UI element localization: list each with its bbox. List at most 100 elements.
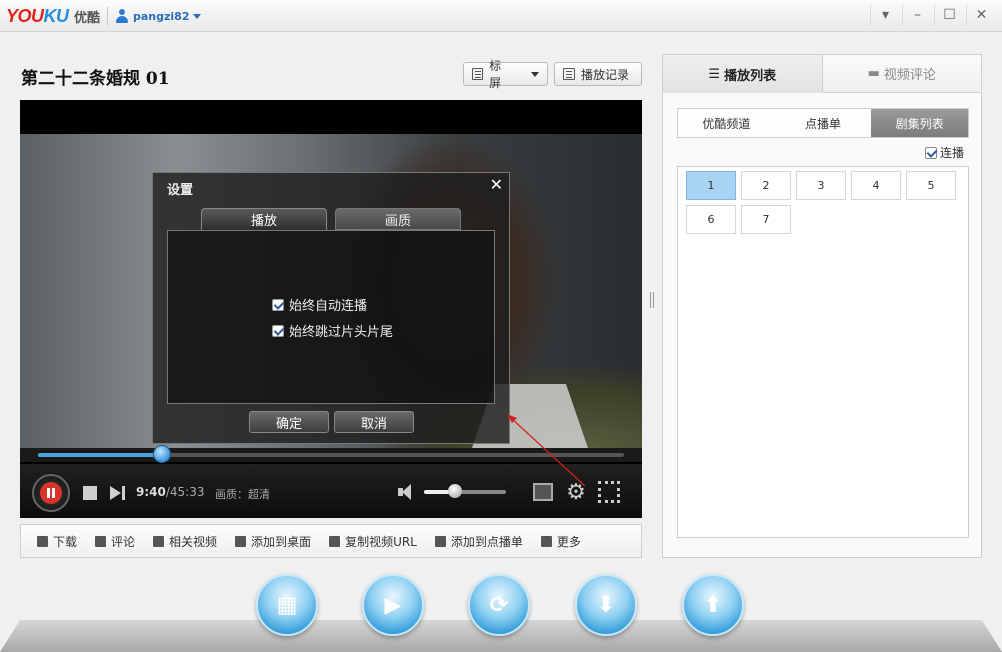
film-icon <box>153 535 165 547</box>
tab-playback[interactable]: 播放 <box>201 208 327 230</box>
fullscreen-icon[interactable] <box>598 481 620 503</box>
close-icon[interactable]: ✕ <box>490 175 503 194</box>
action-bar: 下载 评论 相关视频 添加到桌面 复制视频URL 添加到点播单 更多 <box>20 524 642 558</box>
tab-playlist-label: 播放列表 <box>724 68 777 84</box>
window-controls: ▾ – ☐ ✕ <box>870 4 996 26</box>
minimize-button[interactable]: – <box>902 4 932 26</box>
autoplay-checkbox[interactable] <box>272 298 284 311</box>
episode-item[interactable]: 6 <box>686 205 736 234</box>
dialog-title: 设置 <box>167 183 194 198</box>
panel-splitter[interactable] <box>650 292 654 308</box>
username: pangzi82 <box>133 9 190 23</box>
download-icon: ⬇ <box>596 592 616 618</box>
film-icon: ▦ <box>276 592 298 618</box>
total-time: 45:33 <box>169 485 205 499</box>
refresh-icon: ⟳ <box>489 592 509 618</box>
action-label: 添加到桌面 <box>251 534 312 549</box>
quality-label[interactable]: 画质：超清 <box>215 486 270 502</box>
tab-playlist[interactable]: ☰ 播放列表 <box>663 55 823 93</box>
volume-handle[interactable] <box>448 484 463 498</box>
episode-item[interactable]: 1 <box>686 171 736 200</box>
episode-item[interactable]: 5 <box>906 171 956 200</box>
tab-comments[interactable]: ▬ 视频评论 <box>822 55 981 93</box>
time-display: 9:40/45:33 <box>136 485 205 499</box>
screen-mode-dropdown[interactable]: 标屏 <box>463 59 548 90</box>
menu-dropdown-button[interactable]: ▾ <box>870 4 900 26</box>
progress-fill <box>38 453 163 457</box>
pause-button[interactable] <box>32 474 70 512</box>
action-label: 添加到点播单 <box>450 534 523 549</box>
progress-handle[interactable] <box>153 445 172 463</box>
download-icon <box>37 535 48 547</box>
action-playlist-add-button[interactable]: 添加到点播单 <box>434 533 523 550</box>
history-icon <box>563 68 575 80</box>
user-menu[interactable]: pangzi82 <box>115 8 202 24</box>
episode-item[interactable]: 3 <box>796 171 846 200</box>
skip-intro-checkbox[interactable] <box>272 324 284 337</box>
video-title: 第二十二条婚规 01 <box>21 69 170 89</box>
settings-dialog: 设置 ✕ 播放 画质 始终自动连播 始终跳过片头片尾 确定 取消 <box>152 172 510 444</box>
option-autoplay-label: 始终自动连播 <box>289 299 368 314</box>
volume-icon[interactable] <box>398 484 416 500</box>
library-button[interactable]: ▦ <box>256 574 318 636</box>
comment-icon: ▬ <box>867 66 880 81</box>
close-button[interactable]: ✕ <box>966 4 996 26</box>
play-history-button[interactable]: 播放记录 <box>554 62 642 86</box>
playlist-icon: ▶ <box>384 592 402 618</box>
settings-panel: 始终自动连播 始终跳过片头片尾 <box>167 230 495 404</box>
title-separator <box>107 7 108 25</box>
sidebar-tabs: ☰ 播放列表 ▬ 视频评论 <box>663 55 981 93</box>
tab-quality[interactable]: 画质 <box>335 208 461 230</box>
cancel-button[interactable]: 取消 <box>334 411 414 433</box>
subtab-0[interactable]: 优酷频道 <box>678 109 775 137</box>
youku-logo-cn: 优酷 <box>74 11 101 26</box>
action-label: 下载 <box>53 534 78 549</box>
episode-item[interactable]: 7 <box>741 205 791 234</box>
autoplay-toggle[interactable]: 连播 <box>925 144 964 161</box>
screen-icon <box>472 68 484 80</box>
sidebar-subtabs: 优酷频道 点播单 剧集列表 <box>677 108 969 138</box>
sidebar: ☰ 播放列表 ▬ 视频评论 优酷频道 点播单 剧集列表 连播 12345 67 <box>662 54 982 558</box>
transcode-button[interactable]: ⟳ <box>468 574 530 636</box>
autoplay-sidebar-checkbox[interactable] <box>925 146 937 159</box>
action-label: 相关视频 <box>169 534 218 549</box>
maximize-button[interactable]: ☐ <box>934 4 964 26</box>
desktop-icon <box>235 535 247 547</box>
youku-logo: YOUKU <box>6 6 69 26</box>
action-more-button[interactable]: 更多 <box>540 533 581 550</box>
player-button[interactable]: ▶ <box>362 574 424 636</box>
stop-button[interactable] <box>83 486 97 500</box>
option-autoplay[interactable]: 始终自动连播 <box>272 295 367 314</box>
copy-icon <box>329 535 341 547</box>
option-skip-intro-label: 始终跳过片头片尾 <box>289 325 394 340</box>
next-button[interactable] <box>110 486 126 500</box>
playlist-add-icon <box>434 535 446 547</box>
action-comment-button[interactable]: 评论 <box>95 533 135 550</box>
annotation-arrow <box>507 414 586 487</box>
episode-list: 12345 67 <box>677 166 969 538</box>
upload-icon: ⬆ <box>703 592 723 618</box>
chevron-down-icon <box>193 13 202 19</box>
ok-button[interactable]: 确定 <box>249 411 329 433</box>
action-download-button[interactable]: 下载 <box>37 533 77 550</box>
action-desktop-button[interactable]: 添加到桌面 <box>235 533 311 550</box>
action-label: 评论 <box>111 534 136 549</box>
episode-item[interactable]: 4 <box>851 171 901 200</box>
action-copy-button[interactable]: 复制视频URL <box>329 533 417 550</box>
more-icon <box>540 535 552 547</box>
option-skip-intro[interactable]: 始终跳过片头片尾 <box>272 321 393 340</box>
subtab-1[interactable]: 点播单 <box>775 109 872 137</box>
action-label: 复制视频URL <box>345 534 417 549</box>
list-icon: ☰ <box>708 66 721 82</box>
episode-item[interactable]: 2 <box>741 171 791 200</box>
download-manager-button[interactable]: ⬇ <box>575 574 637 636</box>
action-label: 更多 <box>556 534 581 549</box>
upload-button[interactable]: ⬆ <box>682 574 744 636</box>
play-history-label: 播放记录 <box>581 67 630 82</box>
action-film-button[interactable]: 相关视频 <box>153 533 217 550</box>
tab-comments-label: 视频评论 <box>883 68 936 83</box>
subtab-2[interactable]: 剧集列表 <box>871 109 969 137</box>
comment-icon <box>95 535 107 547</box>
chevron-down-icon <box>531 71 539 77</box>
pause-icon <box>40 482 62 504</box>
